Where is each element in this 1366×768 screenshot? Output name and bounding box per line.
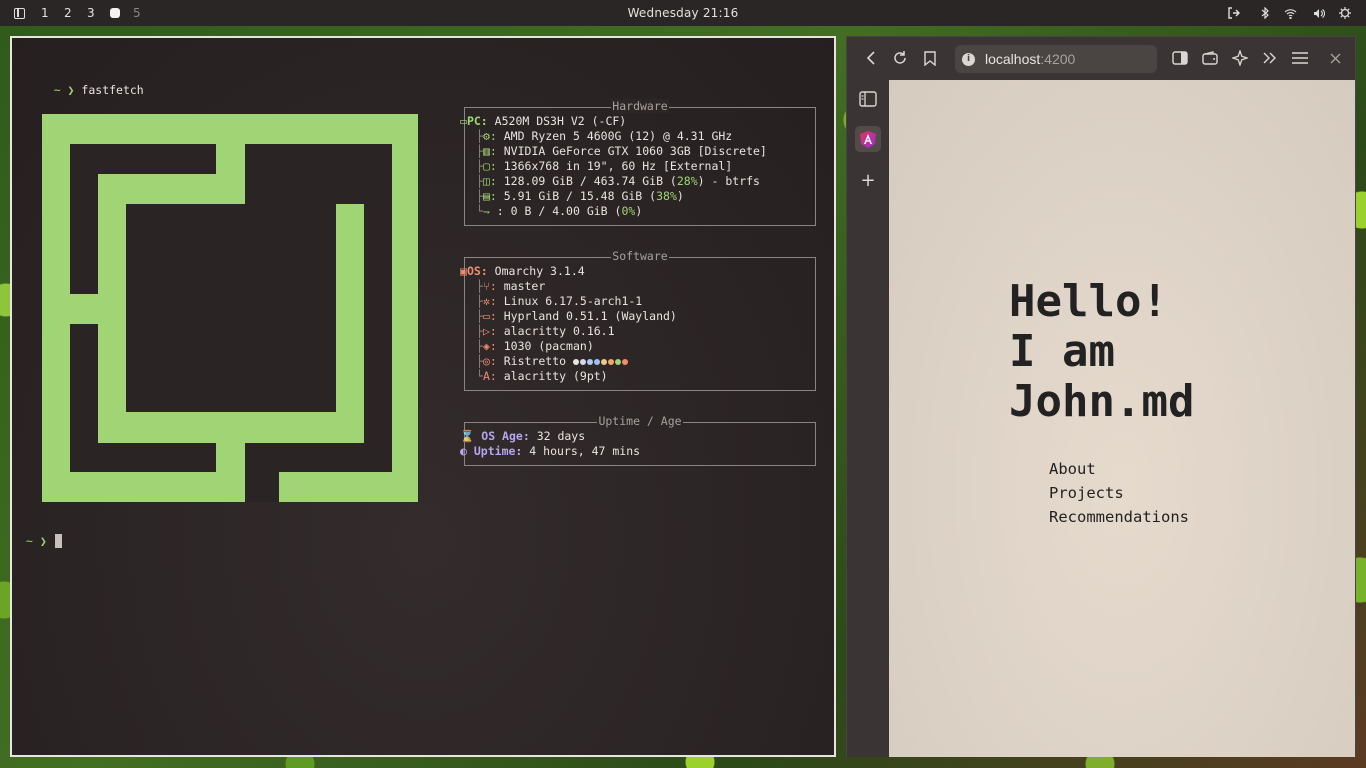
prompt-symbol: ~ ❯ — [53, 83, 75, 97]
new-tab-icon[interactable]: + — [855, 167, 881, 193]
command-text: fastfetch — [81, 83, 144, 97]
page-content: Hello! I am John.md About Projects Recom… — [889, 80, 1355, 757]
site-info-icon[interactable]: i — [962, 52, 975, 66]
prompt-line: ~ ❯ — [26, 534, 47, 548]
top-bar: 1 2 3 5 Wednesday 21:16 — [0, 0, 1366, 26]
gear-icon: ✲ — [482, 294, 490, 308]
wallet-button[interactable] — [1199, 47, 1221, 69]
reload-button[interactable] — [889, 47, 911, 69]
heading-line-1: Hello! — [1009, 276, 1168, 327]
hourglass-icon: ⌛ — [460, 429, 475, 443]
font-icon: A — [482, 369, 490, 383]
nav-link-about[interactable]: About — [1049, 460, 1096, 478]
close-button[interactable] — [1324, 47, 1346, 69]
command-line: ~ ❯ fastfetch — [26, 69, 144, 111]
ai-sparkle-button[interactable] — [1229, 47, 1251, 69]
os-age-row: ⌛ OS Age: 32 days — [460, 429, 586, 443]
disk-icon: ◫ — [482, 174, 490, 188]
color-swatches — [573, 354, 629, 368]
url-host: localhost — [985, 51, 1041, 67]
palette-icon: ◎ — [482, 354, 490, 368]
text-cursor — [55, 534, 62, 548]
clock-icon: ◐ — [460, 444, 467, 458]
omarchy-logo — [42, 114, 418, 502]
window-icon: ▭ — [482, 309, 490, 323]
bookmark-button[interactable] — [919, 47, 941, 69]
theme-row: ├◎: Ristretto — [476, 354, 629, 368]
browser-sidebar: + — [847, 80, 889, 757]
bluetooth-icon[interactable] — [1256, 0, 1274, 26]
display-row: ├▢: 1366x768 in 19", 60 Hz [External] — [476, 159, 733, 173]
terminal-window[interactable]: ~ ❯ fastfetch Hardware ▭PC: A520M DS3H V… — [10, 36, 836, 757]
os-icon: ▣ — [460, 264, 467, 278]
more-tools-button[interactable] — [1259, 47, 1281, 69]
terminal-icon: ▷ — [482, 324, 490, 338]
software-title: Software — [611, 249, 669, 263]
memory-icon: ▤ — [482, 189, 490, 203]
swap-icon: ⇁ — [482, 204, 490, 218]
back-button[interactable] — [860, 47, 882, 69]
sidebar-panel-icon[interactable] — [855, 86, 881, 112]
uptime-row: ◐ Uptime: 4 hours, 47 mins — [460, 444, 641, 458]
logout-icon[interactable] — [1224, 0, 1242, 26]
menu-button[interactable] — [1289, 47, 1311, 69]
network-icon[interactable] — [1281, 0, 1299, 26]
packages-row: ├◈: 1030 (pacman) — [476, 339, 594, 353]
cpu-icon[interactable] — [1336, 0, 1354, 26]
kernel-row: ├✲: Linux 6.17.5-arch1-1 — [476, 294, 643, 308]
url-port: :4200 — [1040, 51, 1076, 67]
nav-link-projects[interactable]: Projects — [1049, 484, 1124, 502]
font-row: └A: alacritty (9pt) — [476, 369, 608, 383]
swap-row: └⇁ : 0 B / 4.00 GiB (0%) — [476, 204, 643, 218]
disk-row: ├◫: 128.09 GiB / 463.74 GiB (28%) - btrf… — [476, 174, 760, 188]
nav-link-recommendations[interactable]: Recommendations — [1049, 508, 1189, 526]
clock[interactable]: Wednesday 21:16 — [0, 0, 1366, 26]
cpu-row: ├⚙: AMD Ryzen 5 4600G (12) @ 4.31 GHz — [476, 129, 733, 143]
gpu-icon: ▥ — [482, 144, 490, 158]
address-bar[interactable]: i localhost:4200 — [955, 45, 1157, 73]
browser-window[interactable]: i localhost:4200 + Hello! I am John.md A… — [846, 36, 1356, 757]
pc-row: ▭PC: A520M DS3H V2 (-CF) — [460, 114, 627, 128]
os-row: ▣OS: Omarchy 3.1.4 — [460, 264, 585, 278]
heading-line-2: I am — [1009, 326, 1115, 377]
heading-line-3: John.md — [1009, 376, 1195, 427]
sidebar-toggle-button[interactable] — [1169, 47, 1191, 69]
angular-tab-icon[interactable] — [855, 126, 881, 152]
laptop-icon: ▭ — [460, 114, 467, 128]
hardware-title: Hardware — [611, 99, 669, 113]
gpu-row: ├▥: NVIDIA GeForce GTX 1060 3GB [Discret… — [476, 144, 767, 158]
volume-icon[interactable] — [1310, 0, 1328, 26]
monitor-icon: ▢ — [482, 159, 490, 173]
branch-row: ├⑂: master — [476, 279, 546, 293]
hero-heading: Hello! I am John.md — [1009, 277, 1194, 427]
git-branch-icon: ⑂ — [482, 279, 490, 293]
cpu-icon: ⚙ — [482, 129, 490, 143]
memory-row: ├▤: 5.91 GiB / 15.48 GiB (38%) — [476, 189, 684, 203]
wm-row: ├▭: Hyprland 0.51.1 (Wayland) — [476, 309, 677, 323]
package-icon: ◈ — [482, 339, 490, 353]
uptime-title: Uptime / Age — [597, 414, 683, 428]
terminal-row: ├▷: alacritty 0.16.1 — [476, 324, 615, 338]
